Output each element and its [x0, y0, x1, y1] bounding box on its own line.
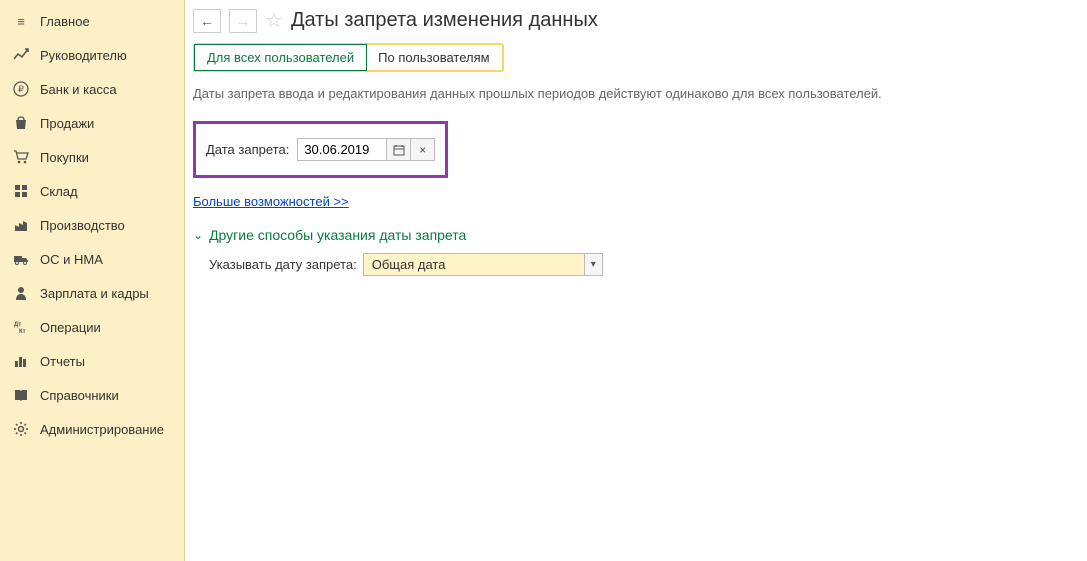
- grid-icon: [12, 182, 30, 200]
- other-methods-section-header[interactable]: ⌄ Другие способы указания даты запрета: [193, 227, 1087, 243]
- sidebar-item-admin[interactable]: Администрирование: [0, 412, 184, 446]
- more-options-link[interactable]: Больше возможностей >>: [193, 194, 349, 209]
- sidebar-item-references[interactable]: Справочники: [0, 378, 184, 412]
- sidebar-item-manager[interactable]: Руководителю: [0, 38, 184, 72]
- sidebar-item-label: Покупки: [40, 150, 89, 165]
- favorite-star-icon[interactable]: ☆: [265, 8, 283, 33]
- nav-back-button[interactable]: ←: [193, 9, 221, 33]
- sidebar-item-label: Справочники: [40, 388, 119, 403]
- clear-button[interactable]: ×: [411, 138, 435, 161]
- sidebar-item-production[interactable]: Производство: [0, 208, 184, 242]
- sidebar-item-label: Производство: [40, 218, 125, 233]
- bars-icon: [12, 352, 30, 370]
- sidebar-item-assets[interactable]: ОС и НМА: [0, 242, 184, 276]
- main-content: ← → ☆ Даты запрета изменения данных Для …: [185, 0, 1087, 561]
- bag-icon: [12, 114, 30, 132]
- prohibit-date-block: Дата запрета: ×: [193, 121, 448, 178]
- sidebar-item-label: Отчеты: [40, 354, 85, 369]
- prohibit-date-input[interactable]: [297, 138, 387, 161]
- date-input-group: ×: [297, 138, 435, 161]
- specify-date-row: Указывать дату запрета: Общая дата ▾: [193, 253, 1087, 276]
- svg-text:₽: ₽: [18, 84, 24, 94]
- dropdown-arrow-icon: ▾: [584, 254, 602, 275]
- sidebar-item-reports[interactable]: Отчеты: [0, 344, 184, 378]
- specify-select[interactable]: Общая дата ▾: [363, 253, 603, 276]
- svg-text:Дт: Дт: [14, 322, 21, 328]
- chart-icon: [12, 46, 30, 64]
- operations-icon: ДтКт: [12, 318, 30, 336]
- sidebar-item-label: Главное: [40, 14, 90, 29]
- person-icon: [12, 284, 30, 302]
- sidebar-item-bank[interactable]: ₽ Банк и касса: [0, 72, 184, 106]
- sidebar-item-label: Операции: [40, 320, 101, 335]
- select-value: Общая дата: [364, 254, 584, 275]
- sidebar-item-main[interactable]: ≡ Главное: [0, 4, 184, 38]
- sidebar-item-operations[interactable]: ДтКт Операции: [0, 310, 184, 344]
- sidebar: ≡ Главное Руководителю ₽ Банк и касса Пр…: [0, 0, 185, 561]
- gear-icon: [12, 420, 30, 438]
- close-icon: ×: [419, 143, 426, 157]
- sidebar-item-label: ОС и НМА: [40, 252, 103, 267]
- calendar-icon: [393, 144, 405, 156]
- sidebar-item-salary[interactable]: Зарплата и кадры: [0, 276, 184, 310]
- prohibit-date-label: Дата запрета:: [206, 142, 289, 157]
- sidebar-item-warehouse[interactable]: Склад: [0, 174, 184, 208]
- cart-icon: [12, 148, 30, 166]
- truck-icon: [12, 250, 30, 268]
- svg-text:Кт: Кт: [19, 329, 26, 334]
- description-text: Даты запрета ввода и редактирования данн…: [193, 86, 1087, 101]
- ruble-icon: ₽: [12, 80, 30, 98]
- book-icon: [12, 386, 30, 404]
- specify-label: Указывать дату запрета:: [209, 257, 357, 272]
- tab-by-users[interactable]: По пользователям: [366, 45, 501, 70]
- sidebar-item-label: Банк и касса: [40, 82, 117, 97]
- nav-forward-button[interactable]: →: [229, 9, 257, 33]
- sidebar-item-label: Зарплата и кадры: [40, 286, 149, 301]
- menu-icon: ≡: [12, 12, 30, 30]
- sidebar-item-purchases[interactable]: Покупки: [0, 140, 184, 174]
- sidebar-item-label: Склад: [40, 184, 78, 199]
- page-title: Даты запрета изменения данных: [291, 9, 598, 32]
- sidebar-item-label: Администрирование: [40, 422, 164, 437]
- page-header: ← → ☆ Даты запрета изменения данных: [193, 8, 1087, 33]
- chevron-down-icon: ⌄: [193, 228, 203, 242]
- sidebar-item-sales[interactable]: Продажи: [0, 106, 184, 140]
- tabs: Для всех пользователей По пользователям: [193, 43, 504, 72]
- calendar-button[interactable]: [387, 138, 411, 161]
- factory-icon: [12, 216, 30, 234]
- sidebar-item-label: Руководителю: [40, 48, 127, 63]
- sidebar-item-label: Продажи: [40, 116, 94, 131]
- section-title: Другие способы указания даты запрета: [209, 227, 466, 243]
- tab-all-users[interactable]: Для всех пользователей: [194, 44, 367, 71]
